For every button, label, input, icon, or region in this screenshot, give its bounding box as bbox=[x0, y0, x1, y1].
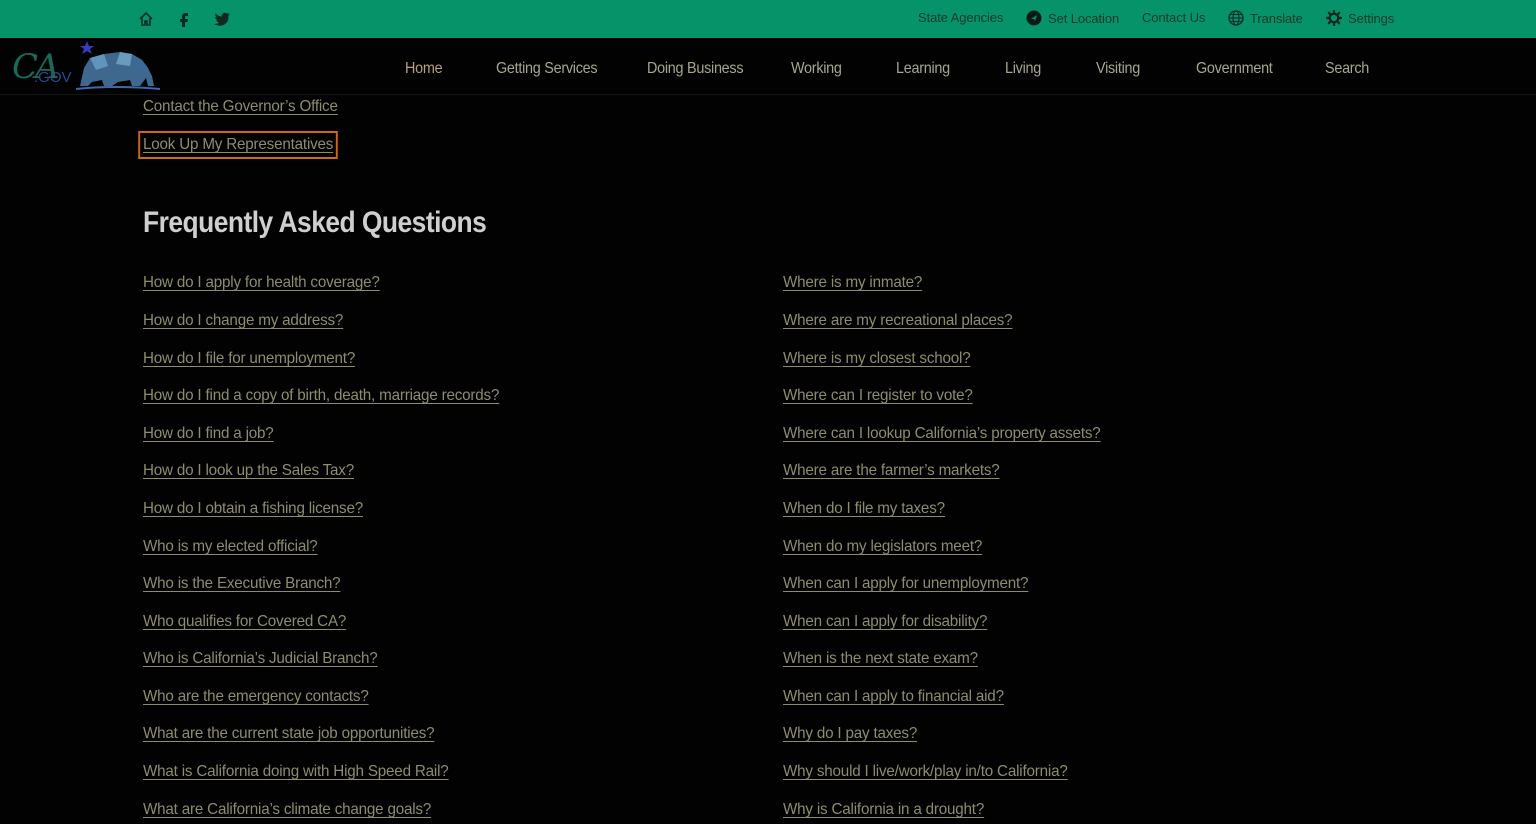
faq-link[interactable]: Who is the Executive Branch? bbox=[143, 575, 341, 593]
translate-link[interactable]: Translate bbox=[1228, 10, 1303, 29]
faq-link[interactable]: When is the next state exam? bbox=[783, 650, 978, 668]
contact-governor-link[interactable]: Contact the Governor’s Office bbox=[143, 98, 338, 116]
faq-link[interactable]: When can I apply for unemployment? bbox=[783, 575, 1029, 593]
contact-us-link[interactable]: Contact Us bbox=[1142, 10, 1205, 25]
faq-link[interactable]: How do I find a copy of birth, death, ma… bbox=[143, 387, 499, 405]
look-up-representatives-link[interactable]: Look Up My Representatives bbox=[138, 131, 338, 159]
svg-text:.GOV: .GOV bbox=[34, 69, 72, 86]
nav-living[interactable]: Living bbox=[1005, 60, 1041, 78]
set-location-link[interactable]: Set Location bbox=[1026, 10, 1119, 29]
faq-link[interactable]: How do I apply for health coverage? bbox=[143, 274, 380, 292]
main-header: CA .GOV Home Getting Services Doing Busi… bbox=[0, 38, 1536, 95]
nav-getting-services[interactable]: Getting Services bbox=[496, 60, 598, 78]
gear-icon bbox=[1325, 9, 1343, 29]
state-agencies-link[interactable]: State Agencies bbox=[918, 10, 1003, 25]
nav-search[interactable]: Search bbox=[1325, 60, 1369, 78]
nav-learning[interactable]: Learning bbox=[896, 60, 950, 78]
faq-link[interactable]: When can I apply to financial aid? bbox=[783, 688, 1004, 706]
faq-link[interactable]: Where is my inmate? bbox=[783, 274, 922, 292]
nav-visiting[interactable]: Visiting bbox=[1096, 60, 1140, 78]
faq-link[interactable]: How do I look up the Sales Tax? bbox=[143, 462, 354, 480]
ca-gov-logo[interactable]: CA .GOV bbox=[12, 38, 164, 94]
faq-link[interactable]: How do I file for unemployment? bbox=[143, 350, 355, 368]
faq-link[interactable]: Where can I register to vote? bbox=[783, 387, 973, 405]
faq-link[interactable]: Who is my elected official? bbox=[143, 538, 318, 556]
faq-link[interactable]: Where can I lookup California’s property… bbox=[783, 425, 1101, 443]
translate-label: Translate bbox=[1250, 11, 1303, 26]
faq-link[interactable]: How do I obtain a fishing license? bbox=[143, 500, 363, 518]
faq-link[interactable]: Who qualifies for Covered CA? bbox=[143, 613, 346, 631]
faq-link[interactable]: Why do I pay taxes? bbox=[783, 725, 917, 743]
twitter-icon[interactable] bbox=[213, 10, 231, 28]
faq-link[interactable]: Why is California in a drought? bbox=[783, 801, 984, 819]
location-icon bbox=[1026, 10, 1042, 29]
faq-link[interactable]: Who are the emergency contacts? bbox=[143, 688, 369, 706]
nav-working[interactable]: Working bbox=[791, 60, 842, 78]
settings-link[interactable]: Settings bbox=[1325, 9, 1395, 29]
faq-link[interactable]: What are the current state job opportuni… bbox=[143, 725, 435, 743]
faq-link[interactable]: Who is California’s Judicial Branch? bbox=[143, 650, 378, 668]
faq-link[interactable]: Where are my recreational places? bbox=[783, 312, 1013, 330]
nav-doing-business[interactable]: Doing Business bbox=[647, 60, 744, 78]
facebook-icon[interactable] bbox=[175, 10, 193, 28]
faq-link[interactable]: How do I change my address? bbox=[143, 312, 343, 330]
utility-bar: State Agencies Set Location Contact Us T… bbox=[0, 0, 1536, 38]
faq-link[interactable]: Where is my closest school? bbox=[783, 350, 971, 368]
home-icon[interactable] bbox=[137, 10, 155, 28]
set-location-label: Set Location bbox=[1048, 11, 1120, 26]
faq-link[interactable]: When do I file my taxes? bbox=[783, 500, 945, 518]
globe-icon bbox=[1228, 10, 1244, 29]
faq-link[interactable]: When do my legislators meet? bbox=[783, 538, 982, 556]
faq-link[interactable]: When can I apply for disability? bbox=[783, 613, 987, 631]
settings-label: Settings bbox=[1348, 11, 1395, 26]
faq-heading: Frequently Asked Questions bbox=[143, 206, 487, 239]
nav-government[interactable]: Government bbox=[1196, 60, 1273, 78]
faq-link[interactable]: Where are the farmer’s markets? bbox=[783, 462, 1000, 480]
nav-home[interactable]: Home bbox=[405, 60, 443, 78]
faq-link[interactable]: What are California’s climate change goa… bbox=[143, 801, 431, 819]
faq-link[interactable]: What is California doing with High Speed… bbox=[143, 763, 449, 781]
faq-link[interactable]: How do I find a job? bbox=[143, 425, 274, 443]
faq-link[interactable]: Why should I live/work/play in/to Califo… bbox=[783, 763, 1068, 781]
